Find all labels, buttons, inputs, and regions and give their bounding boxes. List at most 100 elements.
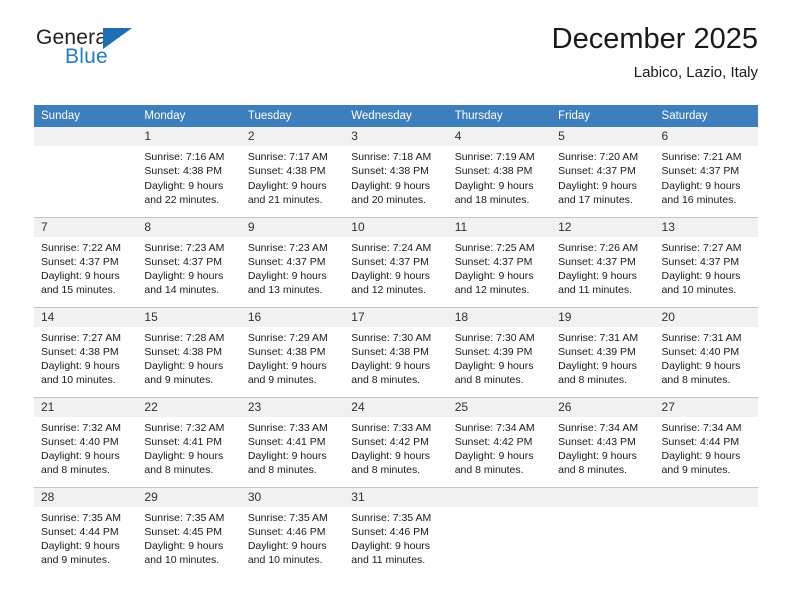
day-detail-line: Daylight: 9 hours bbox=[558, 450, 637, 463]
calendar-day-cell[interactable]: 6 Sunrise: 7:21 AM Sunset: 4:37 PM Daylight… bbox=[654, 127, 758, 217]
day-number: 18 bbox=[447, 307, 552, 327]
calendar-table: Sunday Monday Tuesday Wednesday Thursday Frid… bbox=[34, 105, 758, 577]
day-detail-line: Daylight: 9 hours bbox=[661, 270, 741, 283]
day-detail-line: Daylight: 9 hours bbox=[41, 270, 120, 283]
day-detail-line: and 15 minutes. bbox=[41, 284, 116, 297]
calendar-day-cell[interactable]: 22 Sunrise: 7:32 AM Sunset: 4:41 PM Dayligh… bbox=[137, 396, 241, 487]
calendar-day-cell[interactable]: 29 Sunrise: 7:35 AM Sunset: 4:45 PM Dayligh… bbox=[137, 486, 241, 577]
calendar-week-row: 7 Sunrise: 7:22 AM Sunset: 4:37 PM Daylight… bbox=[34, 216, 758, 307]
calendar-day-cell[interactable]: 15 Sunrise: 7:28 AM Sunset: 4:38 PM Dayligh… bbox=[137, 306, 241, 397]
day-number: 16 bbox=[240, 307, 345, 327]
day-detail-line: Sunrise: 7:26 AM bbox=[558, 241, 639, 254]
calendar-day-cell[interactable]: 27 Sunrise: 7:34 AM Sunset: 4:44 PM Dayligh… bbox=[654, 396, 758, 487]
weekday-header-saturday: Saturday bbox=[654, 105, 758, 127]
day-detail-line: Sunset: 4:46 PM bbox=[351, 525, 429, 538]
calendar-day-cell[interactable]: 17 Sunrise: 7:30 AM Sunset: 4:38 PM Dayligh… bbox=[344, 306, 448, 397]
day-detail-line: Sunset: 4:41 PM bbox=[247, 435, 326, 448]
calendar-day-cell[interactable]: 4 Sunrise: 7:19 AM Sunset: 4:38 PM Daylight… bbox=[447, 127, 552, 217]
day-details: Sunrise: 7:27 AM Sunset: 4:37 PM Daylight:… bbox=[655, 237, 758, 298]
day-detail-line: Sunset: 4:37 PM bbox=[661, 165, 740, 178]
day-detail-line: and 8 minutes. bbox=[558, 464, 627, 477]
calendar-day-cell[interactable]: 23 Sunrise: 7:33 AM Sunset: 4:41 PM Dayligh… bbox=[240, 396, 345, 487]
calendar-day-cell[interactable]: 10 Sunrise: 7:24 AM Sunset: 4:37 PM Dayligh… bbox=[344, 216, 448, 307]
calendar-day-cell[interactable]: 1 Sunrise: 7:16 AM Sunset: 4:38 PM Daylight… bbox=[137, 127, 241, 217]
calendar-day-cell[interactable]: 9 Sunrise: 7:23 AM Sunset: 4:37 PM Daylight… bbox=[240, 216, 345, 307]
day-detail-line: Sunset: 4:38 PM bbox=[351, 165, 429, 178]
calendar-day-cell[interactable]: 25 Sunrise: 7:34 AM Sunset: 4:42 PM Dayligh… bbox=[447, 396, 552, 487]
calendar-day-cell[interactable]: 24 Sunrise: 7:33 AM Sunset: 4:42 PM Dayligh… bbox=[344, 396, 448, 487]
calendar-day-cell[interactable]: 7 Sunrise: 7:22 AM Sunset: 4:37 PM Daylight… bbox=[34, 216, 138, 307]
day-details: Sunrise: 7:28 AM Sunset: 4:38 PM Daylight:… bbox=[137, 327, 240, 388]
day-number: 15 bbox=[137, 307, 241, 327]
day-detail-line: Daylight: 9 hours bbox=[41, 540, 120, 553]
calendar-day-cell[interactable]: 18 Sunrise: 7:30 AM Sunset: 4:39 PM Dayligh… bbox=[447, 306, 552, 397]
calendar-day-cell-empty bbox=[447, 486, 552, 577]
day-detail-line: and 17 minutes. bbox=[558, 193, 633, 206]
calendar-day-cell[interactable]: 14 Sunrise: 7:27 AM Sunset: 4:38 PM Dayligh… bbox=[34, 306, 138, 397]
calendar-week-row: 1 Sunrise: 7:16 AM Sunset: 4:38 PM Daylight… bbox=[34, 127, 758, 217]
calendar-day-cell[interactable]: 13 Sunrise: 7:27 AM Sunset: 4:37 PM Dayligh… bbox=[654, 216, 758, 307]
day-detail-line: and 12 minutes. bbox=[454, 284, 530, 297]
day-detail-line: Sunset: 4:38 PM bbox=[247, 165, 326, 178]
day-detail-line: Sunrise: 7:20 AM bbox=[558, 151, 639, 163]
weekday-header-sunday: Sunday bbox=[34, 105, 138, 127]
day-detail-line: Sunrise: 7:19 AM bbox=[454, 151, 535, 163]
day-detail-line: Sunrise: 7:34 AM bbox=[454, 421, 535, 434]
calendar-day-cell[interactable]: 11 Sunrise: 7:25 AM Sunset: 4:37 PM Dayligh… bbox=[447, 216, 552, 307]
calendar-day-cell[interactable]: 19 Sunrise: 7:31 AM Sunset: 4:39 PM Dayligh… bbox=[551, 306, 655, 397]
day-detail-line: Daylight: 9 hours bbox=[454, 360, 534, 373]
page-subtitle-location: Labico, Lazio, Italy bbox=[633, 64, 758, 81]
calendar-day-cell[interactable]: 5 Sunrise: 7:20 AM Sunset: 4:37 PM Daylight… bbox=[551, 127, 655, 217]
calendar-day-cell[interactable]: 2 Sunrise: 7:17 AM Sunset: 4:38 PM Daylight… bbox=[240, 127, 345, 217]
day-detail-line: Sunrise: 7:30 AM bbox=[351, 331, 432, 344]
day-detail-line: Daylight: 9 hours bbox=[41, 450, 120, 463]
day-number: 3 bbox=[344, 127, 448, 146]
day-detail-line: and 11 minutes. bbox=[351, 554, 426, 567]
day-details: Sunrise: 7:25 AM Sunset: 4:37 PM Daylight:… bbox=[448, 237, 551, 298]
day-detail-line: and 10 minutes. bbox=[247, 554, 323, 567]
general-blue-logo[interactable]: General Blue bbox=[34, 26, 214, 78]
calendar-day-cell[interactable]: 26 Sunrise: 7:34 AM Sunset: 4:43 PM Dayligh… bbox=[551, 396, 655, 487]
page-title: December 2025 bbox=[551, 23, 758, 55]
day-detail-line: Daylight: 9 hours bbox=[454, 270, 534, 283]
day-detail-line: Sunrise: 7:34 AM bbox=[558, 421, 639, 434]
day-number: 4 bbox=[447, 127, 552, 146]
day-detail-line: and 8 minutes. bbox=[351, 374, 421, 387]
day-detail-line: Sunrise: 7:35 AM bbox=[41, 511, 121, 524]
calendar-body: 1 Sunrise: 7:16 AM Sunset: 4:38 PM Daylight… bbox=[34, 127, 758, 577]
calendar-day-cell[interactable]: 21 Sunrise: 7:32 AM Sunset: 4:40 PM Dayligh… bbox=[34, 396, 138, 487]
day-detail-line: Sunrise: 7:30 AM bbox=[454, 331, 535, 344]
day-detail-line: Daylight: 9 hours bbox=[454, 450, 534, 463]
weekday-header-thursday: Thursday bbox=[447, 105, 552, 127]
day-detail-line: Sunset: 4:37 PM bbox=[144, 255, 223, 268]
calendar-day-cell[interactable]: 28 Sunrise: 7:35 AM Sunset: 4:44 PM Dayligh… bbox=[34, 486, 138, 577]
day-detail-line: and 9 minutes. bbox=[41, 554, 110, 567]
day-detail-line: Sunrise: 7:35 AM bbox=[247, 511, 328, 524]
day-details: Sunrise: 7:20 AM Sunset: 4:37 PM Daylight:… bbox=[551, 146, 654, 207]
day-detail-line: and 9 minutes. bbox=[247, 374, 317, 387]
title-block: December 2025 Labico, Lazio, Italy bbox=[552, 22, 758, 84]
day-detail-line: Sunrise: 7:32 AM bbox=[144, 421, 225, 434]
day-detail-line: Sunrise: 7:27 AM bbox=[661, 241, 742, 254]
day-detail-line: and 8 minutes. bbox=[144, 464, 214, 477]
calendar-day-cell[interactable]: 3 Sunrise: 7:18 AM Sunset: 4:38 PM Daylight… bbox=[344, 127, 448, 217]
day-detail-line: Daylight: 9 hours bbox=[247, 179, 327, 192]
day-detail-line: Sunrise: 7:32 AM bbox=[41, 421, 121, 434]
day-detail-line: Sunset: 4:45 PM bbox=[144, 525, 223, 538]
day-detail-line: and 8 minutes. bbox=[41, 464, 110, 477]
day-detail-line: Sunset: 4:38 PM bbox=[144, 165, 223, 178]
day-detail-line: Sunrise: 7:21 AM bbox=[661, 151, 742, 163]
calendar-day-cell[interactable]: 20 Sunrise: 7:31 AM Sunset: 4:40 PM Dayligh… bbox=[654, 306, 758, 397]
calendar-day-cell[interactable]: 16 Sunrise: 7:29 AM Sunset: 4:38 PM Dayligh… bbox=[240, 306, 345, 397]
calendar-day-cell[interactable]: 30 Sunrise: 7:35 AM Sunset: 4:46 PM Dayligh… bbox=[240, 486, 345, 577]
calendar-day-cell[interactable]: 12 Sunrise: 7:26 AM Sunset: 4:37 PM Dayligh… bbox=[551, 216, 655, 307]
day-details: Sunrise: 7:30 AM Sunset: 4:38 PM Daylight:… bbox=[344, 327, 447, 388]
calendar-day-cell[interactable]: 8 Sunrise: 7:23 AM Sunset: 4:37 PM Daylight… bbox=[137, 216, 241, 307]
day-number: 6 bbox=[654, 127, 758, 146]
day-detail-line: Sunset: 4:38 PM bbox=[351, 345, 429, 358]
day-detail-line: Sunset: 4:44 PM bbox=[661, 435, 740, 448]
day-number: 7 bbox=[34, 217, 138, 237]
calendar-page: General Blue December 2025 Labico, Lazio… bbox=[0, 0, 792, 612]
day-detail-line: and 8 minutes. bbox=[661, 374, 731, 387]
calendar-day-cell[interactable]: 31 Sunrise: 7:35 AM Sunset: 4:46 PM Dayligh… bbox=[344, 486, 448, 577]
